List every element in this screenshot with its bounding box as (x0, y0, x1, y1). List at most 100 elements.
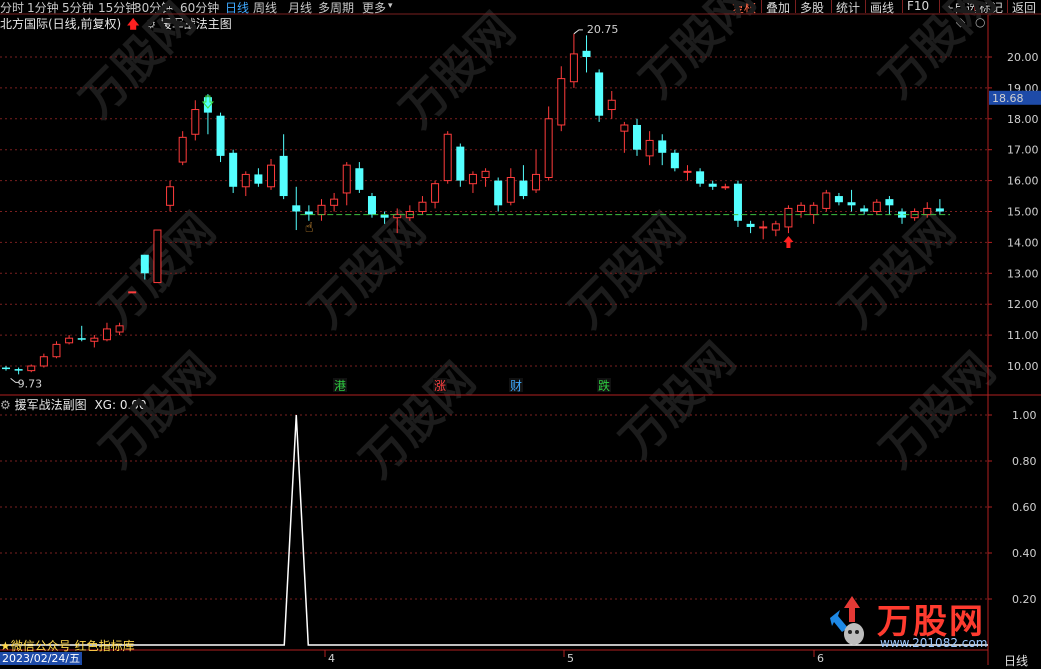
candle-body-up (342, 164, 351, 194)
watermark-text: 万股网 (390, 2, 526, 138)
month-label: 4 (328, 652, 335, 665)
candle-body-down (279, 155, 288, 197)
candle-body-down (834, 196, 843, 203)
watermark-layer: 万股网万股网万股网万股网万股网万股网万股网万股网万股网万股网万股网 万股网 (70, 0, 1006, 488)
sub-tick-label: 0.80 (1012, 455, 1037, 468)
candle-body-down (367, 196, 376, 215)
candle-body-up (191, 109, 200, 135)
candle-body-up (115, 325, 124, 333)
candle-body-down (658, 140, 667, 153)
price-tick-label: 12.00 (1007, 298, 1039, 311)
candle-body-up (645, 139, 654, 157)
candle-body-up (102, 328, 111, 341)
candle-body-up (128, 291, 137, 294)
watermark-text: 万股网 (560, 202, 696, 338)
candle-body-up (759, 226, 768, 229)
candle-body-up (39, 356, 48, 367)
candle-body-up (267, 164, 276, 188)
high-annotation-pointer (573, 29, 583, 35)
candle-body-down (519, 180, 528, 197)
sub-tick-label: 0.40 (1012, 547, 1037, 560)
candle-body-down (595, 72, 604, 116)
candle-body-down (847, 202, 856, 206)
candle-body-up (330, 198, 339, 206)
candle-body-down (254, 174, 263, 184)
candle-body-up (443, 133, 452, 182)
candle-body-up (178, 136, 187, 163)
candle-body-up (166, 186, 175, 206)
candle-body-up (797, 204, 806, 213)
price-tick-label: 10.00 (1007, 360, 1039, 373)
candle-body-up (431, 183, 440, 203)
candle-body-down (14, 369, 23, 371)
candle-body-up (872, 201, 881, 212)
period-label: 日线 (1004, 654, 1029, 668)
logo-figure-icon (830, 596, 864, 645)
candle-body-up (317, 204, 326, 216)
candle-body-up (241, 173, 250, 188)
candle-body-up (52, 343, 61, 358)
brand-url: www.201082.com (880, 636, 988, 650)
candle-body-up (532, 173, 541, 191)
candle-body-up (481, 170, 490, 179)
price-tick-label: 16.00 (1007, 175, 1039, 188)
candle-body-down (456, 146, 465, 181)
candle-body-up (468, 173, 477, 185)
event-marker: 涨 (434, 378, 446, 393)
up-signal-arrow-icon (783, 236, 794, 248)
low-annotation: 9.73 (18, 377, 43, 390)
price-tick-label: 13.00 (1007, 267, 1039, 280)
start-date-label: 2023/02/24/五 (0, 652, 83, 665)
sub-tick-label: 0.20 (1012, 593, 1037, 606)
watermark-text: 万股网 (630, 0, 766, 108)
watermark-text: 万股网 (610, 332, 746, 468)
price-tick-label: 20.00 (1007, 51, 1039, 64)
price-tick-label: 17.00 (1007, 144, 1039, 157)
candle-body-down (355, 168, 364, 190)
watermark-text: 万股网 (870, 0, 1006, 108)
candle-body-up (683, 170, 692, 173)
brand-logo: 万股网 www.201082.com (822, 588, 992, 650)
candle-body-up (923, 207, 932, 216)
candle-body-up (557, 78, 566, 126)
chart-canvas[interactable]: 万股网万股网万股网万股网万股网万股网万股网万股网万股网万股网万股网 万股网 20.… (0, 0, 1041, 665)
price-tick-label: 11.00 (1007, 329, 1039, 342)
watermark-text: 万股网 (350, 352, 486, 488)
high-annotation: 20.75 (587, 23, 619, 36)
candle-body-up (607, 99, 616, 111)
candle-body-up (65, 337, 74, 344)
watermark-text: 万股网 (70, 0, 206, 128)
candle-body-up (809, 204, 818, 216)
candle-body-down (229, 152, 238, 187)
candle-body-up (90, 337, 99, 342)
candle-body-down (733, 183, 742, 221)
watermark-text: 万股网 (830, 202, 966, 338)
sub-tick-label: 1.00 (1012, 409, 1037, 422)
candle-body-down (292, 205, 301, 212)
candle-body-up (418, 201, 427, 212)
candle-body-down (746, 223, 755, 227)
candle-body-down (582, 50, 591, 57)
candle-body-down (708, 183, 717, 187)
candle-body-down (140, 254, 149, 274)
month-label: 5 (567, 652, 574, 665)
candle-body-down (77, 338, 86, 340)
price-tick-label: 14.00 (1007, 236, 1039, 249)
sub-tick-label: 0.60 (1012, 501, 1037, 514)
candle-body-down (885, 199, 894, 206)
candle-body-down (696, 171, 705, 184)
candle-body-up (544, 118, 553, 179)
candle-body-up (569, 53, 578, 83)
candle-body-up (506, 177, 515, 203)
candle-body-up (27, 365, 36, 372)
price-tick-label: 18.00 (1007, 113, 1039, 126)
candle-body-up (771, 223, 780, 231)
candle-body-up (620, 124, 629, 132)
candle-body-up (153, 229, 162, 284)
candle-body-down (2, 367, 10, 370)
current-price-label: 18.68 (992, 92, 1024, 105)
candle-body-up (721, 186, 730, 189)
watermark-text: 万股网 (90, 342, 226, 478)
candle-body-down (633, 124, 641, 150)
candle-body-down (670, 152, 679, 169)
